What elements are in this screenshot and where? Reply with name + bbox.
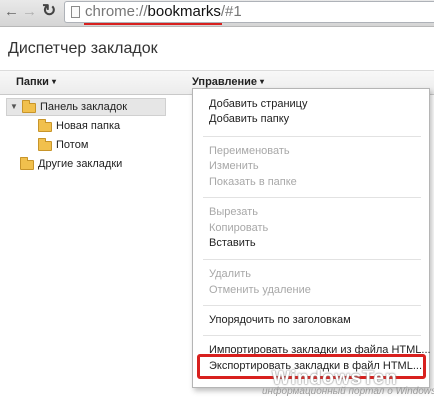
tree-item-bookmarks-bar[interactable]: ▼ Панель закладок bbox=[6, 98, 166, 116]
menu-item-paste[interactable]: Вставить bbox=[193, 236, 429, 251]
menu-separator bbox=[203, 335, 421, 336]
menu-item-edit[interactable]: Изменить bbox=[193, 159, 429, 174]
folder-icon bbox=[38, 119, 52, 132]
menu-item-show-in-folder[interactable]: Показать в папке bbox=[193, 175, 429, 190]
menu-separator bbox=[203, 259, 421, 260]
manage-label: Управление bbox=[192, 76, 258, 88]
browser-toolbar: ← → ↻ chrome://bookmarks/#1 bbox=[0, 0, 434, 27]
page-title: Диспетчер закладок bbox=[8, 40, 158, 57]
url-path: /#1 bbox=[220, 3, 242, 20]
manage-menu-button[interactable]: Управление ▾ bbox=[192, 76, 264, 88]
menu-item-add-folder[interactable]: Добавить папку bbox=[193, 112, 429, 127]
tree-item-later[interactable]: Потом bbox=[38, 137, 158, 155]
folder-icon bbox=[38, 138, 52, 151]
menu-item-copy[interactable]: Копировать bbox=[193, 221, 429, 236]
menu-separator bbox=[203, 305, 421, 306]
menu-separator bbox=[203, 136, 421, 137]
back-arrow-icon[interactable]: ← bbox=[4, 3, 19, 21]
chevron-down-icon: ▾ bbox=[51, 77, 56, 86]
url-highlight-underline bbox=[84, 23, 222, 25]
page-icon bbox=[71, 6, 80, 18]
tree-item-label: Панель закладок bbox=[40, 101, 128, 113]
menu-item-delete[interactable]: Удалить bbox=[193, 267, 429, 282]
tree-item-label: Новая папка bbox=[56, 120, 121, 132]
watermark-subtitle: информационный портал о Windows bbox=[262, 386, 434, 397]
folders-label: Папки bbox=[16, 76, 49, 88]
tree-item-label: Другие закладки bbox=[38, 158, 123, 170]
manage-dropdown-menu: Добавить страницу Добавить папку Переиме… bbox=[192, 88, 431, 388]
menu-item-add-page[interactable]: Добавить страницу bbox=[193, 97, 429, 112]
url-text: chrome://bookmarks/#1 bbox=[85, 3, 242, 21]
chevron-down-icon: ▾ bbox=[260, 77, 265, 86]
tree-item-new-folder[interactable]: Новая папка bbox=[38, 118, 158, 136]
menu-item-cut[interactable]: Вырезать bbox=[193, 205, 429, 220]
folder-icon bbox=[20, 157, 34, 170]
address-bar[interactable]: chrome://bookmarks/#1 bbox=[64, 1, 434, 23]
menu-item-undo-delete[interactable]: Отменить удаление bbox=[193, 283, 429, 298]
reload-icon[interactable]: ↻ bbox=[42, 2, 56, 20]
menu-separator bbox=[203, 197, 421, 198]
menu-item-sort-by-title[interactable]: Упорядочить по заголовкам bbox=[193, 313, 429, 328]
tree-item-label: Потом bbox=[56, 139, 89, 151]
url-scheme: chrome:// bbox=[85, 3, 148, 20]
url-host: bookmarks bbox=[147, 3, 221, 20]
folders-menu-button[interactable]: Папки ▾ bbox=[16, 76, 56, 88]
tree-item-other-bookmarks[interactable]: Другие закладки bbox=[20, 156, 170, 174]
menu-item-rename[interactable]: Переименовать bbox=[193, 144, 429, 159]
forward-arrow-icon[interactable]: → bbox=[22, 3, 37, 21]
expand-arrow-icon[interactable]: ▼ bbox=[10, 102, 18, 111]
folder-icon bbox=[22, 100, 36, 113]
